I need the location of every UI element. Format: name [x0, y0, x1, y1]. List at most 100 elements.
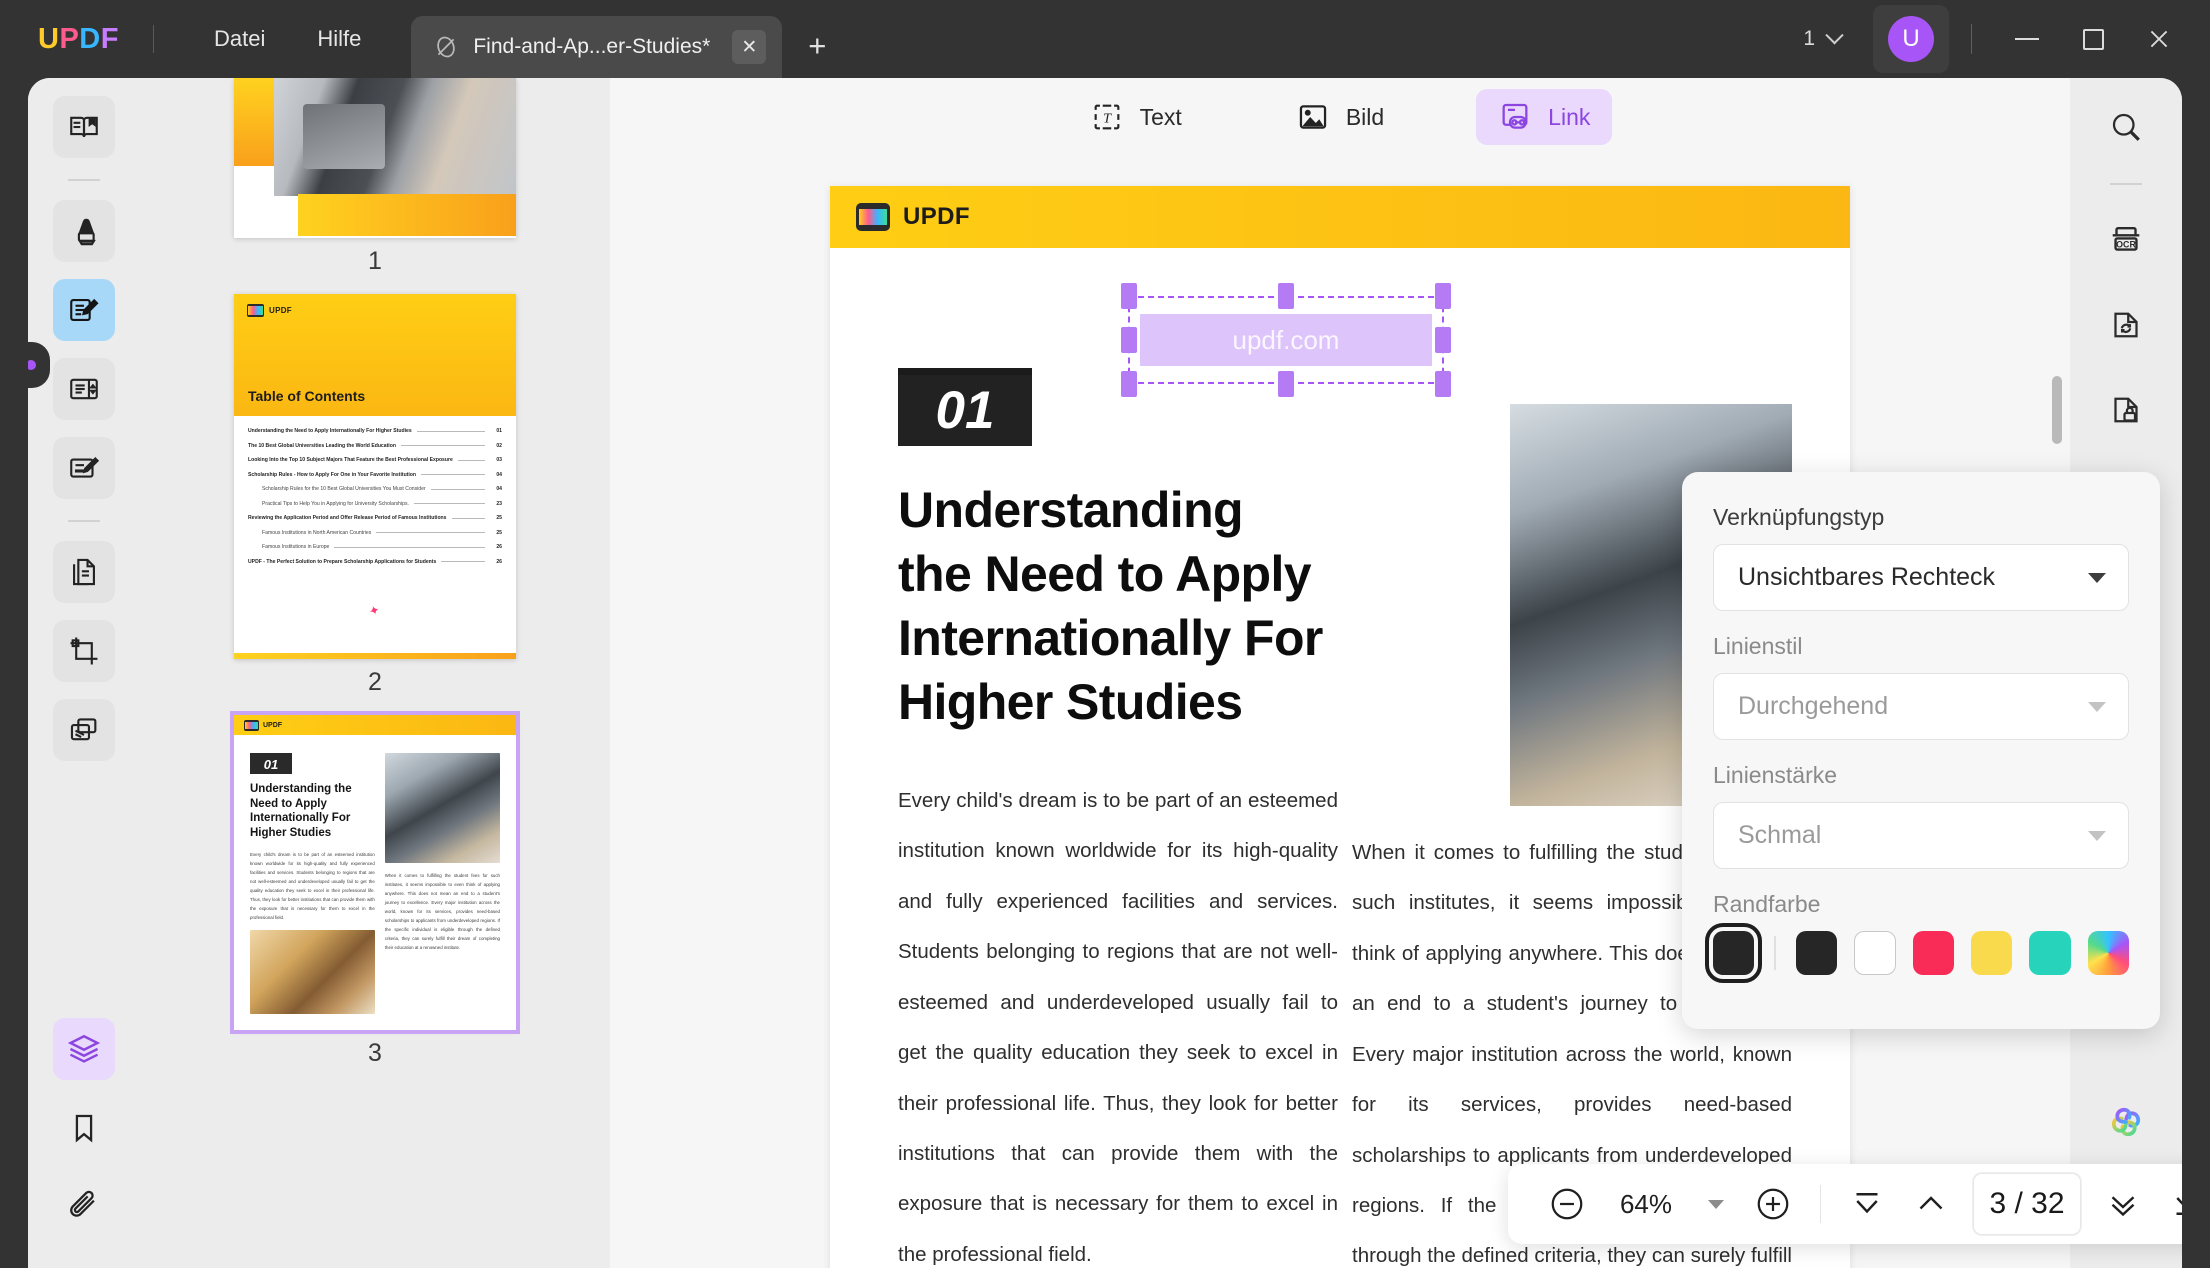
ai-assistant-icon[interactable]: [2095, 1091, 2157, 1153]
logo-letter-d: D: [79, 23, 100, 56]
resize-handle-top-center[interactable]: [1278, 283, 1294, 309]
resize-handle-top-left[interactable]: [1121, 283, 1137, 309]
border-color-swatches: [1713, 931, 2129, 975]
page-indicator[interactable]: 3 / 32: [1973, 1173, 2081, 1235]
section-number-badge: 01: [898, 368, 1032, 446]
reader-mode-icon[interactable]: [53, 96, 115, 158]
thumb2-title: Table of Contents: [248, 388, 365, 404]
first-page-button[interactable]: [1835, 1164, 1899, 1244]
left-panel-collapse-handle[interactable]: [28, 342, 50, 388]
resize-handle-top-right[interactable]: [1435, 283, 1451, 309]
maximize-button[interactable]: [2060, 11, 2126, 67]
toc-entry-page: 23: [490, 501, 502, 507]
window-list-dropdown[interactable]: 1: [1789, 21, 1855, 57]
toc-leader: [376, 532, 485, 533]
menu-datei[interactable]: Datei: [188, 18, 291, 60]
resize-handle-bottom-left[interactable]: [1121, 371, 1137, 397]
crop-page-icon[interactable]: [53, 620, 115, 682]
toc-entry-page: 03: [490, 457, 502, 463]
updf-mark-icon: [856, 203, 890, 231]
thumb3-section-badge: 01: [250, 753, 292, 774]
updf-mark-icon: [247, 304, 264, 317]
convert-icon[interactable]: [2095, 294, 2157, 356]
toc-entry-text: Practical Tips to Help You in Applying f…: [262, 501, 409, 507]
line-style-select[interactable]: Durchgehend: [1713, 673, 2129, 740]
maximize-icon: [2083, 29, 2104, 50]
link-annotation-selection[interactable]: updf.com: [1140, 314, 1432, 366]
title-bar: U P D F Datei Hilfe Find-and-Ap...er-Stu…: [0, 0, 2210, 78]
swatch-selected-dark[interactable]: [1713, 931, 1754, 975]
thumb3-paragraph-right: When it comes to fulfilling the student …: [385, 871, 500, 952]
organize-pages-icon[interactable]: [53, 541, 115, 603]
ocr-icon[interactable]: OCR: [2095, 209, 2157, 271]
page-thumbnail-panel[interactable]: 1 UPDF Table of Contents: [140, 78, 610, 1268]
tool-link[interactable]: Link: [1476, 89, 1612, 145]
menu-hilfe[interactable]: Hilfe: [291, 18, 387, 60]
thumb2-footer-bar: [234, 653, 516, 659]
titlebar-divider: [153, 25, 154, 53]
resize-handle-middle-right[interactable]: [1435, 327, 1451, 353]
annotate-highlighter-icon[interactable]: [53, 200, 115, 262]
resize-handle-bottom-center[interactable]: [1278, 371, 1294, 397]
page-thumbnail-1[interactable]: 1: [234, 78, 516, 284]
link-type-select[interactable]: Unsichtbares Rechteck: [1713, 544, 2129, 611]
line-width-select[interactable]: Schmal: [1713, 802, 2129, 869]
swatch-yellow[interactable]: [1971, 931, 2012, 975]
tab-close-icon[interactable]: ✕: [732, 30, 766, 64]
last-page-button[interactable]: [2155, 1164, 2182, 1244]
attachments-panel-icon[interactable]: [53, 1176, 115, 1238]
page-thumbnail-3[interactable]: UPDF 01 Understanding the Need to Apply …: [234, 715, 516, 1076]
zoom-out-button[interactable]: [1534, 1164, 1600, 1244]
thumb1-yellow-band: [234, 78, 276, 166]
swatch-teal[interactable]: [2029, 931, 2070, 975]
toc-leader: [452, 518, 486, 519]
zoom-in-button[interactable]: [1740, 1164, 1806, 1244]
tool-link-label: Link: [1548, 104, 1590, 131]
document-scrollbar-thumb[interactable]: [2052, 376, 2062, 444]
search-icon[interactable]: [2095, 96, 2157, 158]
tool-text[interactable]: T Text: [1068, 89, 1204, 145]
toc-entry-page: 25: [490, 530, 502, 536]
zoom-dropdown-icon[interactable]: [1708, 1200, 1724, 1209]
zoom-level-value[interactable]: 64%: [1600, 1189, 1692, 1220]
protect-icon[interactable]: [2095, 379, 2157, 441]
previous-page-button[interactable]: [1899, 1164, 1963, 1244]
swatch-black[interactable]: [1796, 931, 1837, 975]
thumbnail-number: 1: [368, 247, 382, 276]
minimize-icon: [2015, 38, 2039, 40]
next-page-button[interactable]: [2091, 1164, 2155, 1244]
toc-entry-text: Looking Into the Top 10 Subject Majors T…: [248, 457, 453, 463]
form-fields-icon[interactable]: [53, 358, 115, 420]
tab-strip: Find-and-Ap...er-Studies* ✕ +: [411, 0, 826, 78]
tool-bild[interactable]: Bild: [1274, 89, 1406, 145]
resize-handle-bottom-right[interactable]: [1435, 371, 1451, 397]
link-properties-popup[interactable]: Verknüpfungstyp Unsichtbares Rechteck Li…: [1682, 472, 2160, 1029]
edit-pdf-icon[interactable]: [53, 279, 115, 341]
toc-row: Famous Institutions in Europe 26: [248, 544, 502, 550]
text-box-icon: T: [1090, 100, 1124, 134]
minimize-button[interactable]: [1994, 11, 2060, 67]
window-controls-group: 1 U: [1789, 5, 2210, 73]
close-window-button[interactable]: [2126, 11, 2192, 67]
swatch-rainbow[interactable]: [2088, 931, 2129, 975]
layers-panel-icon[interactable]: [53, 1018, 115, 1080]
toc-row: Famous Institutions in North American Co…: [248, 530, 502, 536]
new-tab-button[interactable]: +: [808, 28, 826, 78]
logo-letter-u: U: [38, 23, 59, 56]
toc-row: UPDF - The Perfect Solution to Prepare S…: [248, 559, 502, 565]
batch-icon[interactable]: [53, 699, 115, 761]
bookmarks-panel-icon[interactable]: [53, 1097, 115, 1159]
document-tab[interactable]: Find-and-Ap...er-Studies* ✕: [411, 16, 782, 78]
resize-handle-middle-left[interactable]: [1121, 327, 1137, 353]
link-annotation-box[interactable]: updf.com: [1140, 314, 1432, 366]
swatch-white[interactable]: [1854, 931, 1895, 975]
swatch-red[interactable]: [1913, 931, 1954, 975]
account-button[interactable]: U: [1873, 5, 1949, 73]
page-thumbnail-2[interactable]: UPDF Table of Contents Understanding the…: [234, 294, 516, 705]
collapse-handle-dot: [28, 360, 36, 370]
sign-icon[interactable]: [53, 437, 115, 499]
toc-leader: [421, 474, 485, 475]
window-controls-divider: [1971, 24, 1972, 54]
toc-row: Looking Into the Top 10 Subject Majors T…: [248, 457, 502, 463]
toolbar-divider-1: [1820, 1185, 1821, 1223]
